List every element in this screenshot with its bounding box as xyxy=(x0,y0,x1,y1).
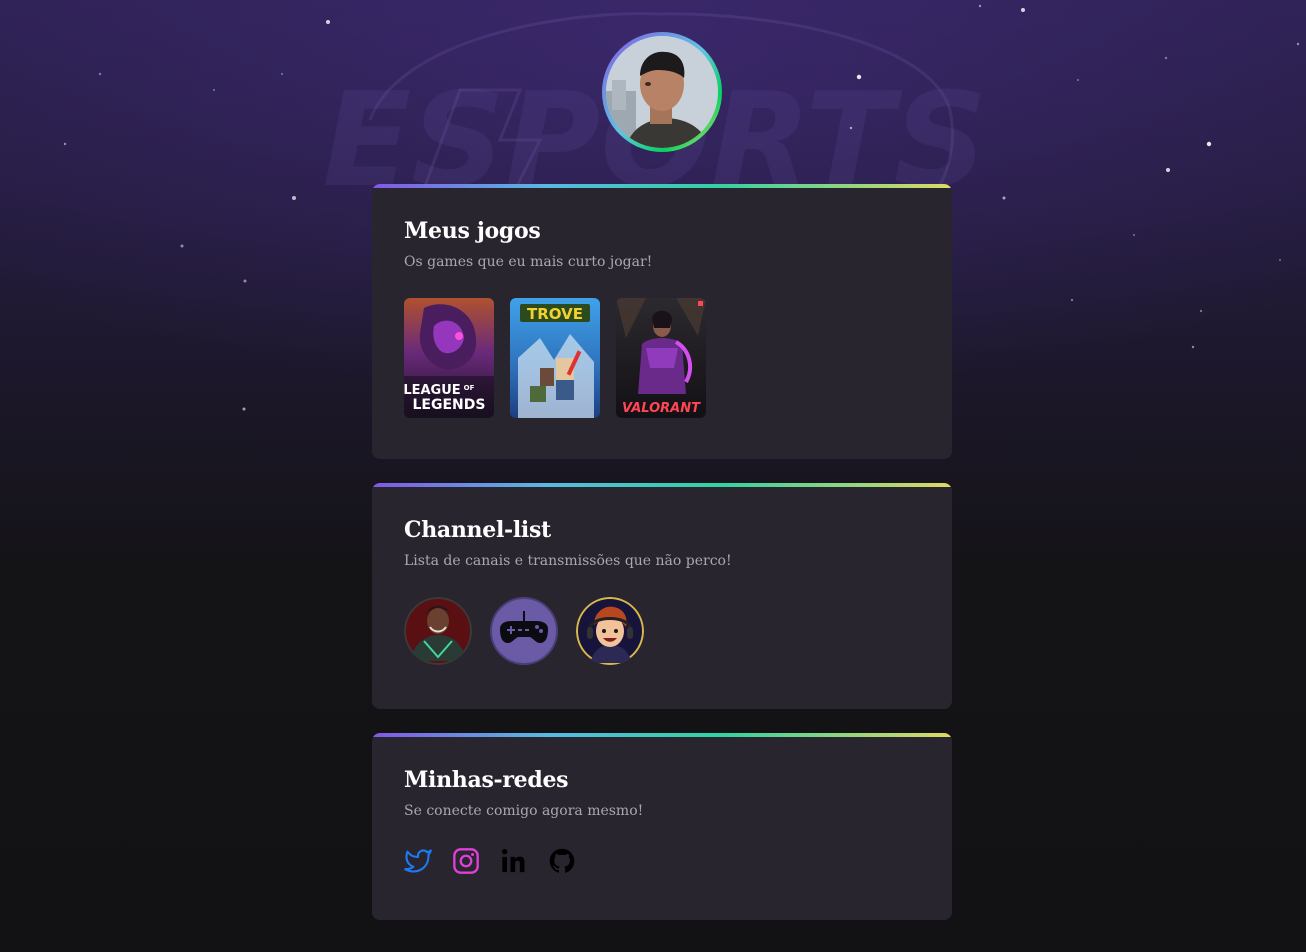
channels-list xyxy=(404,597,920,665)
linkedin-link[interactable] xyxy=(500,847,528,875)
socials-title: Minhas-redes xyxy=(404,767,569,793)
socials-list xyxy=(404,847,920,875)
twitter-icon xyxy=(404,849,432,873)
games-subtitle: Os games que eu mais curto jogar! xyxy=(404,254,653,270)
trove-cover-text: TROVE xyxy=(527,305,583,323)
instagram-icon xyxy=(453,848,479,874)
channel-3[interactable] xyxy=(576,597,644,665)
channel-2[interactable] xyxy=(490,597,558,665)
github-icon xyxy=(549,848,575,873)
lol-cover-text-league: LEAGUE xyxy=(404,383,461,398)
cartoon-avatar-icon xyxy=(576,597,644,665)
linkedin-icon xyxy=(501,848,525,873)
channels-subtitle: Lista de canais e transmissões que não p… xyxy=(404,553,732,569)
trove-cover: TROVE xyxy=(510,298,600,418)
instagram-link[interactable] xyxy=(452,847,480,875)
profile-photo-icon xyxy=(606,36,718,148)
channels-title: Channel-list xyxy=(404,517,551,543)
channels-card: Channel-list Lista de canais e transmiss… xyxy=(372,483,952,709)
valorant-cover-text: VALORANT xyxy=(622,401,701,416)
valorant-cover: VALORANT xyxy=(616,298,706,418)
socials-card: Minhas-redes Se conecte comigo agora mes… xyxy=(372,733,952,920)
warrior-avatar-icon xyxy=(404,597,472,665)
profile-avatar xyxy=(606,36,718,148)
channel-1[interactable] xyxy=(404,597,472,665)
socials-subtitle: Se conecte comigo agora mesmo! xyxy=(404,803,644,819)
game-league-of-legends[interactable]: LEAGUE OF LEGENDS xyxy=(404,298,494,418)
profile-avatar-ring xyxy=(602,32,722,152)
game-trove[interactable]: TROVE xyxy=(510,298,600,418)
game-valorant[interactable]: VALORANT xyxy=(616,298,706,418)
twitter-link[interactable] xyxy=(404,847,432,875)
lol-cover-text-legends: LEGENDS xyxy=(413,397,486,413)
lol-cover-text-of: OF xyxy=(464,384,475,392)
league-of-legends-cover: LEAGUE OF LEGENDS xyxy=(404,298,494,418)
page: ESPORTS xyxy=(0,0,1306,952)
github-link[interactable] xyxy=(548,847,576,875)
games-card: Meus jogos Os games que eu mais curto jo… xyxy=(372,184,952,459)
games-list: LEAGUE OF LEGENDS TROVE VALORANT xyxy=(404,298,920,418)
games-title: Meus jogos xyxy=(404,218,541,244)
gamepad-icon xyxy=(490,597,558,665)
